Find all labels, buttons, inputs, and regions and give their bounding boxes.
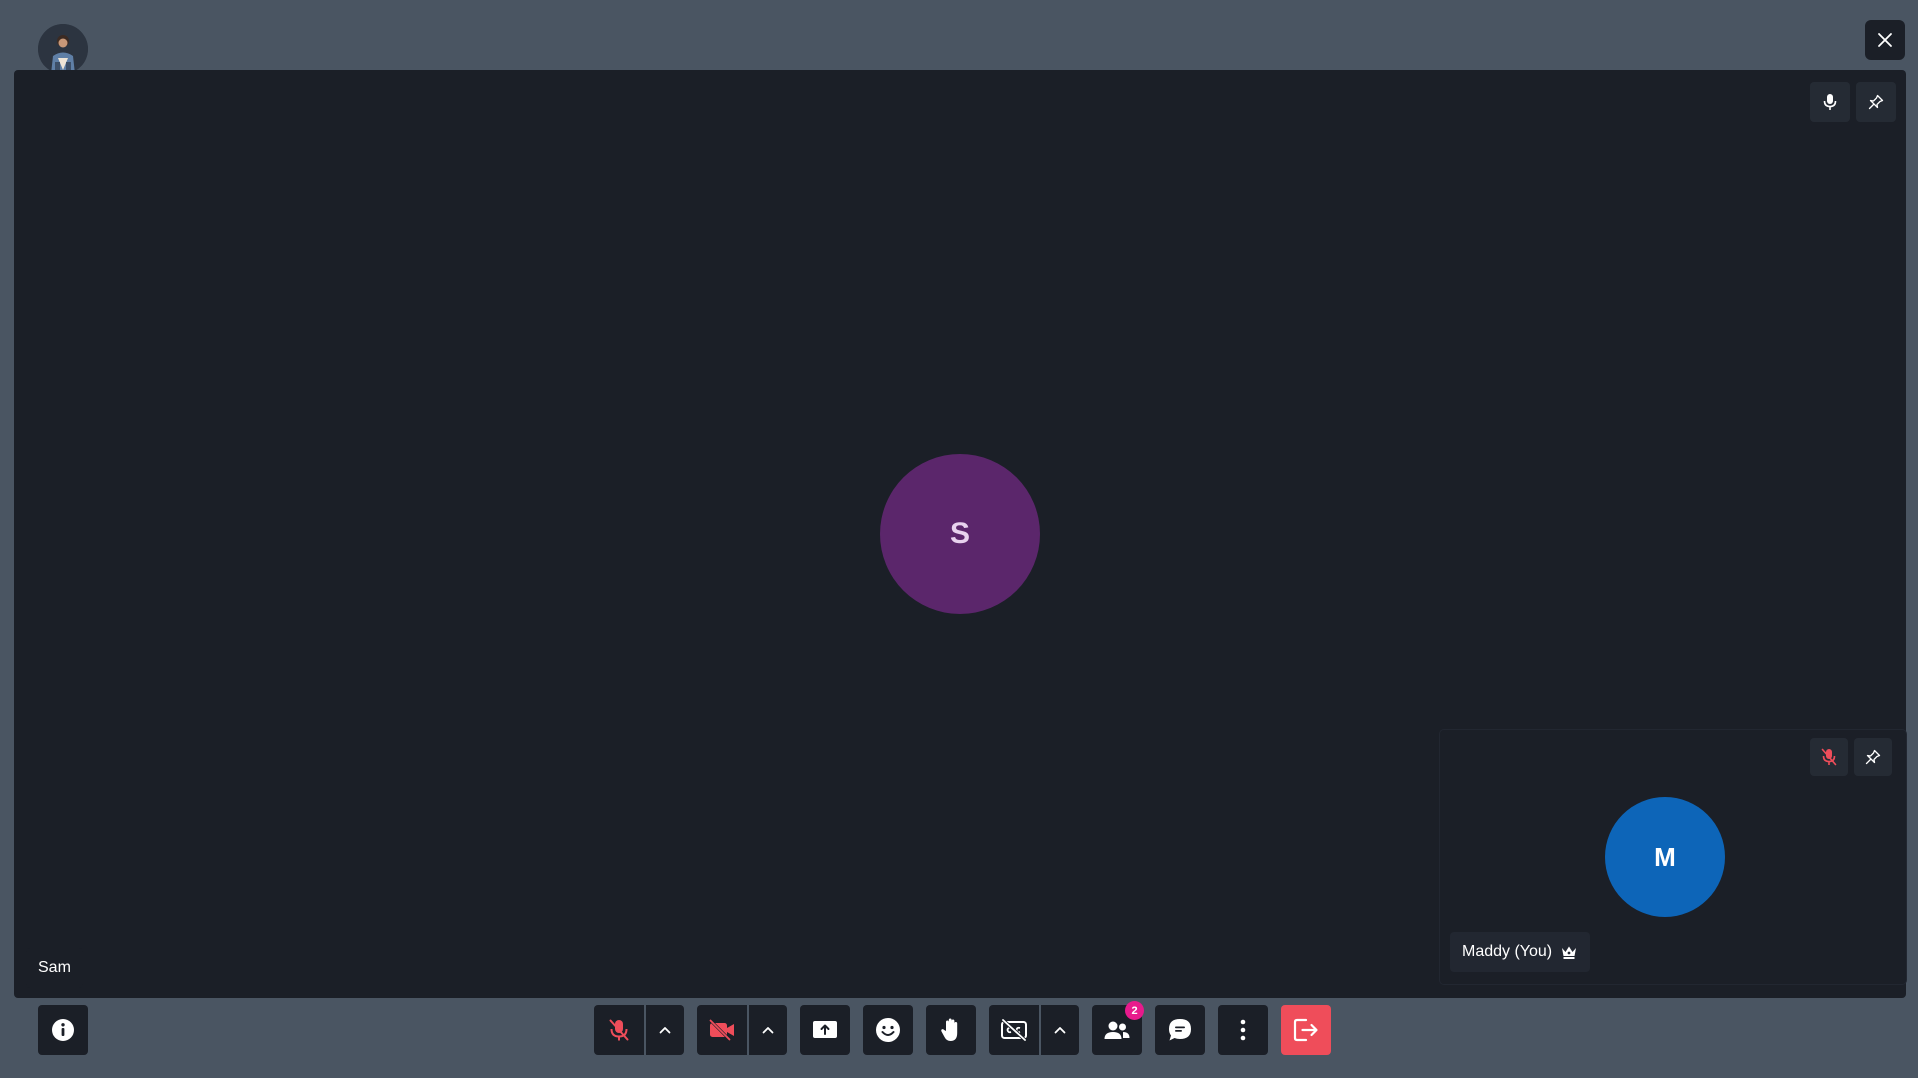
info-area [38,1005,88,1055]
camera-control [697,1005,787,1055]
self-tile-actions [1810,738,1892,776]
chat-icon [1169,1019,1191,1041]
main-participant-avatar: S [880,454,1040,614]
toggle-camera-button[interactable] [697,1005,747,1055]
camera-options-button[interactable] [749,1005,787,1055]
chat-button[interactable] [1155,1005,1205,1055]
main-participant-name: Sam [38,959,71,976]
main-tile-mic-button[interactable] [1810,82,1850,122]
leave-call-button[interactable] [1281,1005,1331,1055]
more-options-icon [1240,1019,1246,1041]
emoji-icon [876,1018,900,1042]
reactions-button[interactable] [863,1005,913,1055]
more-options-button[interactable] [1218,1005,1268,1055]
self-participant-avatar: M [1605,797,1725,917]
leave-call-icon [1293,1018,1318,1042]
crown-icon [1562,946,1577,959]
toggle-captions-button[interactable] [989,1005,1039,1055]
main-participant-name-tag: Sam [26,948,83,988]
microphone-options-button[interactable] [646,1005,684,1055]
participants-button[interactable]: 2 [1092,1001,1144,1055]
self-video-tile: M Maddy (You) [1440,730,1906,984]
user-avatar[interactable] [38,24,88,74]
main-tile-pin-button[interactable] [1856,82,1896,122]
meeting-info-button[interactable] [38,1005,88,1055]
participants-icon [1104,1021,1130,1039]
microphone-muted-icon [1821,748,1837,766]
self-participant-name-tag: Maddy (You) [1450,932,1591,972]
raise-hand-icon [941,1018,958,1041]
info-icon [52,1019,74,1041]
camera-off-icon [708,1019,734,1041]
captions-control [989,1005,1079,1055]
chevron-up-icon [659,1027,671,1034]
self-tile-mic-button[interactable] [1810,738,1848,776]
pin-icon [1865,749,1881,765]
call-controls-toolbar: 2 [594,1001,1331,1055]
screen-share-button[interactable] [800,1005,850,1055]
raise-hand-button[interactable] [926,1005,976,1055]
main-tile-actions [1810,82,1896,122]
self-participant-name: Maddy (You) [1462,943,1553,960]
toggle-microphone-button[interactable] [594,1005,644,1055]
microphone-icon [1823,94,1837,110]
main-video-tile: S Sam M Maddy (You) [14,70,1906,998]
participants-count-badge: 2 [1125,1001,1144,1020]
screen-share-icon [813,1021,837,1038]
microphone-muted-icon [609,1019,629,1041]
close-button[interactable] [1865,20,1905,60]
microphone-control [594,1005,684,1055]
chevron-up-icon [1054,1027,1066,1034]
captions-options-button[interactable] [1041,1005,1079,1055]
self-tile-pin-button[interactable] [1854,738,1892,776]
meeting-window: S Sam M Maddy (You) 2 [0,0,1918,1078]
close-icon [1878,33,1892,47]
user-photo-icon [38,24,88,74]
captions-off-icon [1001,1019,1027,1041]
chevron-up-icon [762,1027,774,1034]
pin-icon [1868,94,1884,110]
